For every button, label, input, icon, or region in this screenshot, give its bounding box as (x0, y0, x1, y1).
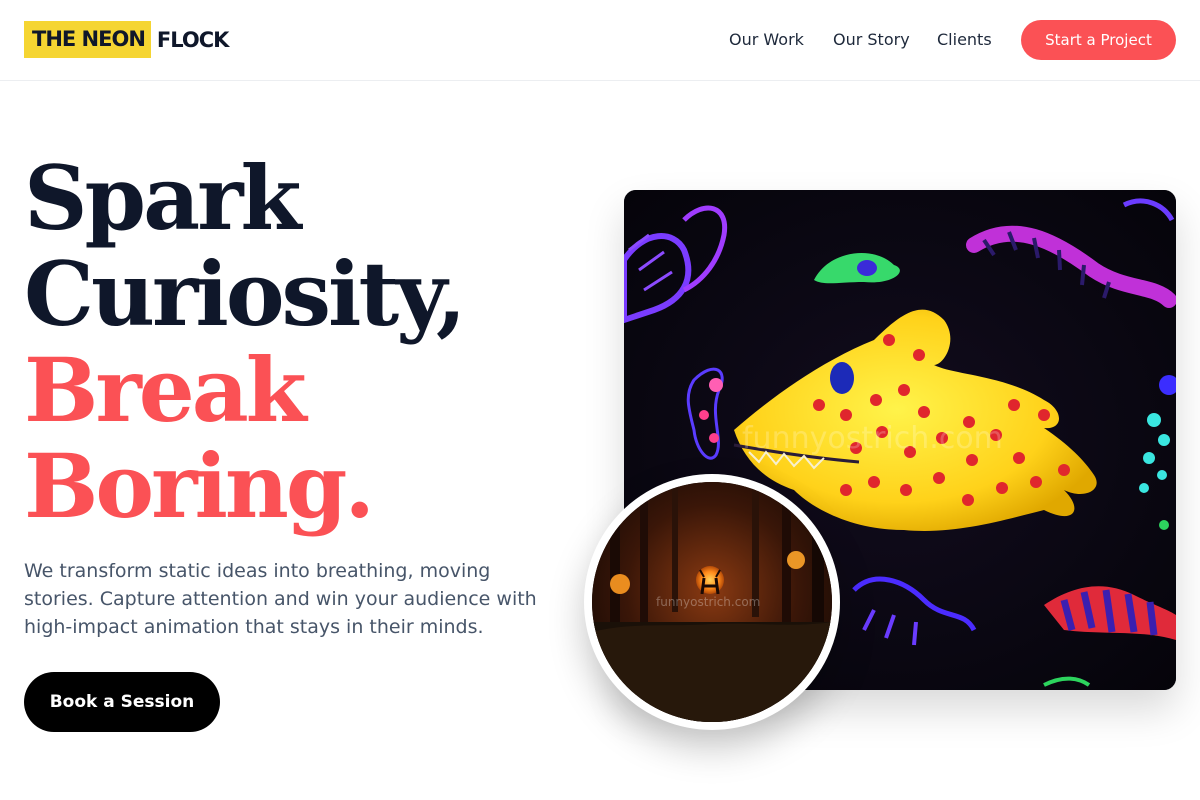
headline-line-2: Curiosity, (24, 242, 466, 346)
headline-line-4: Boring. (24, 434, 375, 538)
hero-description: We transform static ideas into breathing… (24, 560, 537, 638)
headline-line-1: Spark (24, 146, 301, 250)
circle-image-watermark: funnyostrich.com (656, 595, 760, 609)
start-project-button[interactable]: Start a Project (1021, 20, 1176, 60)
main-image-watermark: funnyostrich.com (742, 421, 1003, 456)
hero-circle-image: funnyostrich.com (584, 474, 840, 730)
forest-scene-image: funnyostrich.com (592, 482, 832, 722)
nav-link-our-work[interactable]: Our Work (729, 30, 804, 50)
site-header: THE NEON FLOCK Our Work Our Story Client… (0, 0, 1200, 81)
book-session-button[interactable]: Book a Session (24, 672, 220, 732)
hero-headline: Spark Curiosity, Break Boring. (24, 150, 584, 534)
nav-link-clients[interactable]: Clients (937, 30, 992, 50)
forest-deer-illustration: funnyostrich.com (592, 482, 832, 722)
nav-link-our-story[interactable]: Our Story (833, 30, 910, 50)
main-nav: Our Work Our Story Clients (0, 30, 1200, 52)
headline-line-3: Break (24, 338, 307, 442)
